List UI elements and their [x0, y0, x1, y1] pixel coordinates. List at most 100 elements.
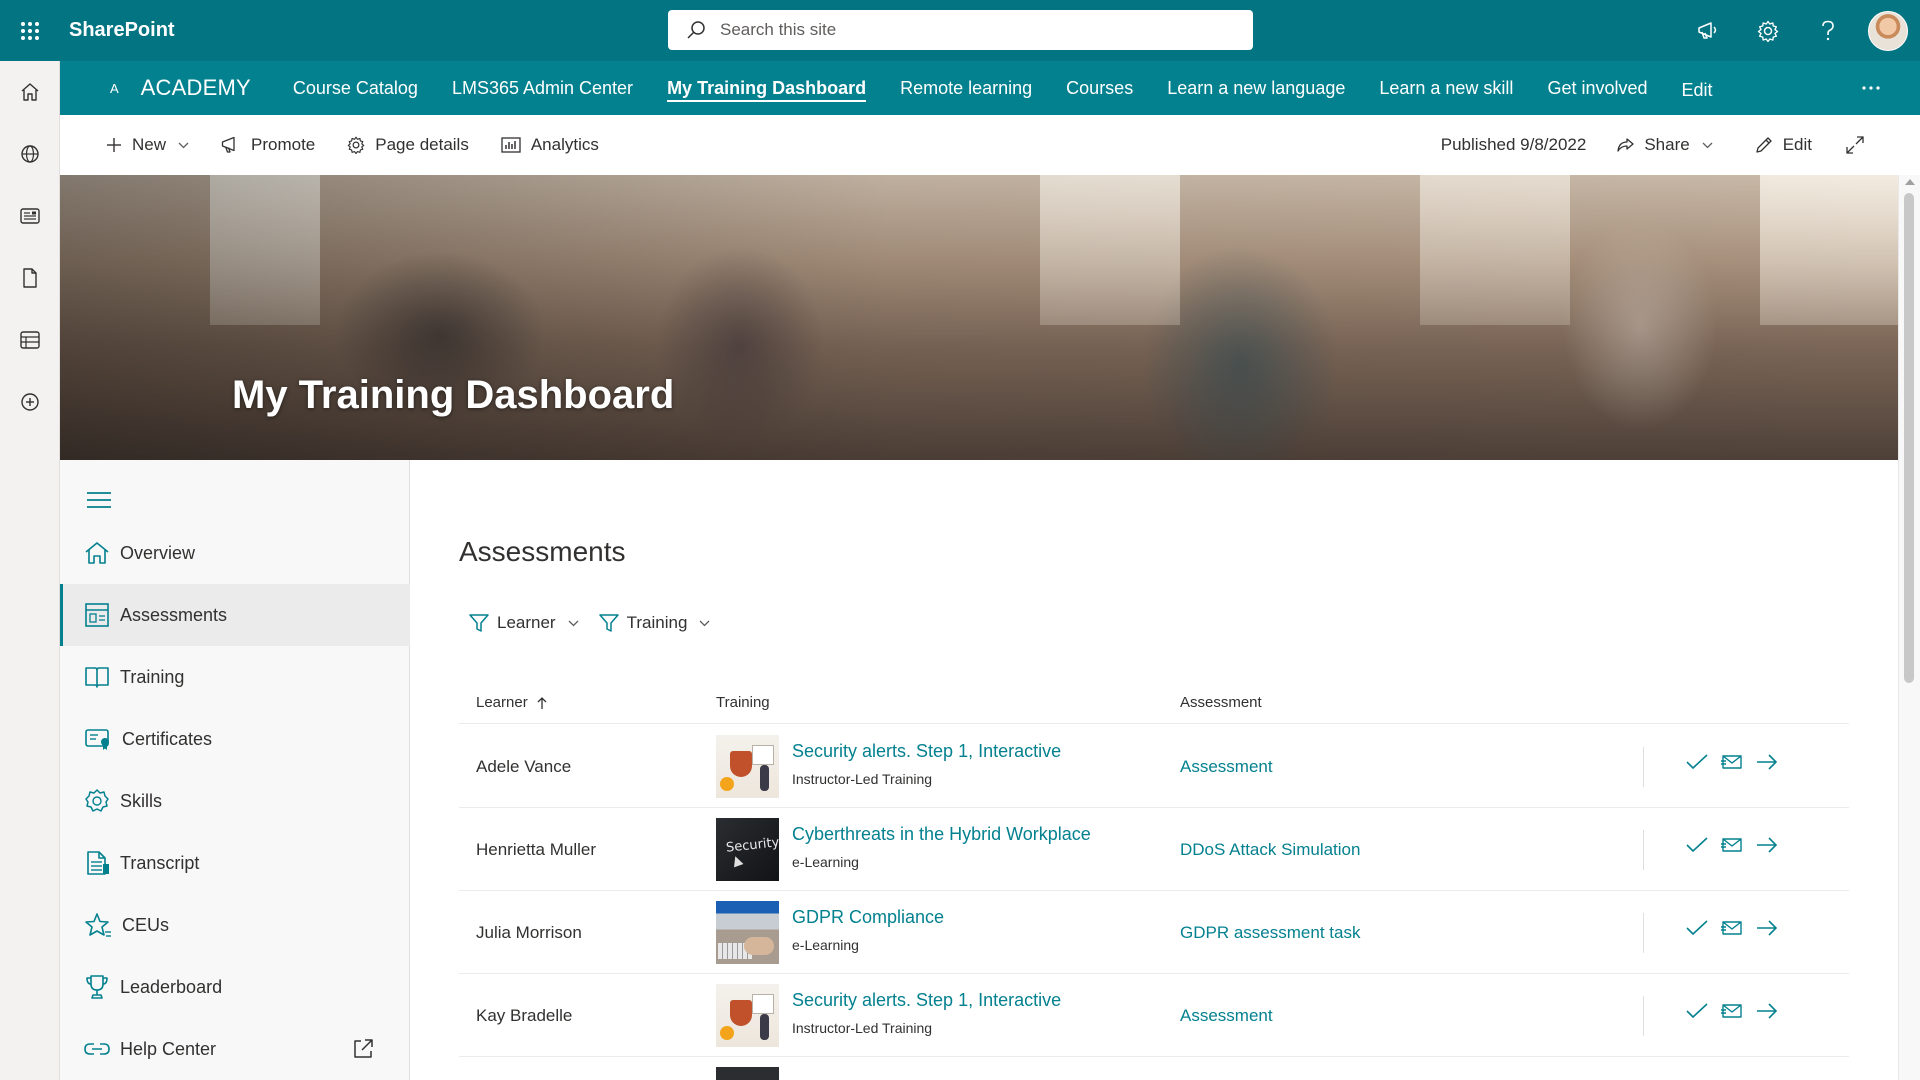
sidenav-item-skills[interactable]: Skills	[60, 770, 410, 832]
sidenav-item-assessments[interactable]: Assessments	[60, 584, 410, 646]
home-icon[interactable]	[0, 61, 60, 123]
app-launcher-icon[interactable]	[0, 0, 60, 61]
promote-button[interactable]: Promote	[221, 125, 315, 165]
user-avatar[interactable]	[1868, 10, 1908, 51]
hub-link-edit[interactable]: Edit	[1665, 63, 1730, 117]
training-filter[interactable]: Training	[598, 613, 711, 633]
star-icon	[85, 913, 111, 937]
analytics-label: Analytics	[530, 135, 599, 154]
training-thumbnail[interactable]	[716, 984, 779, 1047]
more-icon[interactable]	[1862, 61, 1880, 115]
column-header-assessment[interactable]: Assessment	[1180, 694, 1262, 711]
hub-link-learn-language[interactable]: Learn a new language	[1150, 61, 1362, 115]
sidenav-item-certificates[interactable]: Certificates	[60, 708, 410, 770]
skills-icon	[85, 789, 109, 812]
vertical-scrollbar[interactable]	[1898, 175, 1920, 1080]
external-link-icon[interactable]	[352, 1038, 374, 1060]
open-arrow-icon[interactable]	[1749, 1003, 1784, 1019]
column-header-training[interactable]: Training	[716, 694, 770, 711]
training-thumbnail[interactable]: Security	[716, 818, 779, 881]
row-divider	[1643, 913, 1644, 953]
sidenav-item-ceus[interactable]: CEUs	[60, 894, 410, 956]
column-header-learner[interactable]: Learner	[476, 694, 548, 711]
training-link[interactable]: Security alerts. Step 1, Interactive	[792, 990, 1061, 1011]
assessment-link[interactable]: DDoS Attack Simulation	[1180, 840, 1360, 860]
open-arrow-icon[interactable]	[1749, 837, 1784, 853]
expand-button[interactable]	[1846, 125, 1874, 165]
thumbnail-text: Security	[725, 835, 779, 856]
learner-filter[interactable]: Learner	[469, 613, 579, 633]
table-header: Learner Training Assessment	[459, 682, 1849, 724]
assessment-link[interactable]: Assessment	[1180, 757, 1273, 777]
learner-name: Henrietta Muller	[476, 840, 596, 859]
list-icon[interactable]	[0, 309, 60, 371]
sidenav-item-transcript[interactable]: Transcript	[60, 832, 410, 894]
column-label: Assessment	[1180, 694, 1262, 711]
training-thumbnail[interactable]	[716, 735, 779, 798]
help-icon[interactable]	[1798, 0, 1858, 61]
home-icon	[85, 542, 109, 564]
send-mail-icon[interactable]	[1714, 836, 1749, 854]
sidenav-item-training[interactable]: Training	[60, 646, 410, 708]
send-mail-icon[interactable]	[1714, 919, 1749, 937]
assessment-link[interactable]: Assessment	[1180, 1006, 1273, 1026]
side-navigation: Overview Assessments Training Certificat…	[60, 460, 410, 1080]
row-divider	[1643, 996, 1644, 1036]
news-icon[interactable]	[0, 185, 60, 247]
send-mail-icon[interactable]	[1714, 753, 1749, 771]
sidenav-item-overview[interactable]: Overview	[60, 522, 410, 584]
training-link[interactable]: GDPR Compliance	[792, 907, 944, 928]
site-logo[interactable]: A	[110, 81, 119, 96]
sidenav-label: Skills	[120, 790, 163, 811]
hub-link-my-training-dashboard[interactable]: My Training Dashboard	[650, 61, 883, 115]
edit-label: Edit	[1782, 135, 1812, 154]
search-box[interactable]: Search this site	[668, 10, 1253, 50]
globe-icon[interactable]	[0, 123, 60, 185]
brand-name[interactable]: SharePoint	[69, 19, 175, 42]
filter-icon	[598, 614, 619, 632]
new-label: New	[132, 135, 167, 154]
share-button[interactable]: Share	[1616, 125, 1713, 165]
sidenav-item-help-center[interactable]: Help Center	[60, 1018, 410, 1080]
site-name[interactable]: ACADEMY	[141, 75, 251, 101]
training-link[interactable]: Cyberthreats in the Hybrid Workplace	[792, 824, 1091, 845]
scrollbar-thumb[interactable]	[1904, 193, 1914, 683]
hub-link-remote-learning[interactable]: Remote learning	[883, 61, 1049, 115]
training-link[interactable]: Security alerts. Step 1, Interactive	[792, 741, 1061, 762]
megaphone-icon	[221, 136, 235, 153]
approve-check-icon[interactable]	[1679, 920, 1714, 936]
add-circle-icon[interactable]	[0, 371, 60, 433]
table-row: Julia Morrison GDPR Compliance e-Learnin…	[459, 891, 1849, 974]
approve-check-icon[interactable]	[1679, 1003, 1714, 1019]
scroll-up-arrow-icon[interactable]	[1905, 179, 1915, 185]
sidenav-item-leaderboard[interactable]: Leaderboard	[60, 956, 410, 1018]
assessment-link[interactable]: GDPR assessment task	[1180, 923, 1360, 943]
page-details-button[interactable]: Page details	[347, 125, 469, 165]
edit-button[interactable]: Edit	[1755, 125, 1812, 165]
hub-link-lms365-admin[interactable]: LMS365 Admin Center	[435, 61, 650, 115]
open-arrow-icon[interactable]	[1749, 920, 1784, 936]
approve-check-icon[interactable]	[1679, 754, 1714, 770]
promote-label: Promote	[251, 135, 316, 154]
open-arrow-icon[interactable]	[1749, 754, 1784, 770]
training-type: Instructor-Led Training	[792, 1020, 933, 1036]
analytics-button[interactable]: Analytics	[501, 125, 599, 165]
table-row: Henrietta Muller Security Cyberthreats i…	[459, 808, 1849, 891]
expand-icon	[1846, 136, 1864, 154]
training-thumbnail[interactable]	[716, 1067, 779, 1080]
document-icon[interactable]	[0, 247, 60, 309]
learner-filter-label: Learner	[497, 613, 556, 632]
certificate-icon	[85, 729, 109, 750]
training-thumbnail[interactable]	[716, 901, 779, 964]
hub-link-get-involved[interactable]: Get involved	[1530, 61, 1664, 115]
hub-link-learn-skill[interactable]: Learn a new skill	[1362, 61, 1530, 115]
new-button[interactable]: New	[106, 125, 189, 165]
send-mail-icon[interactable]	[1714, 1002, 1749, 1020]
settings-gear-icon[interactable]	[1738, 0, 1798, 61]
hamburger-menu-icon[interactable]	[86, 490, 112, 510]
hub-link-courses[interactable]: Courses	[1049, 61, 1150, 115]
megaphone-icon[interactable]	[1678, 0, 1738, 61]
learner-name: Adele Vance	[476, 757, 572, 776]
hub-link-course-catalog[interactable]: Course Catalog	[276, 61, 435, 115]
approve-check-icon[interactable]	[1679, 837, 1714, 853]
